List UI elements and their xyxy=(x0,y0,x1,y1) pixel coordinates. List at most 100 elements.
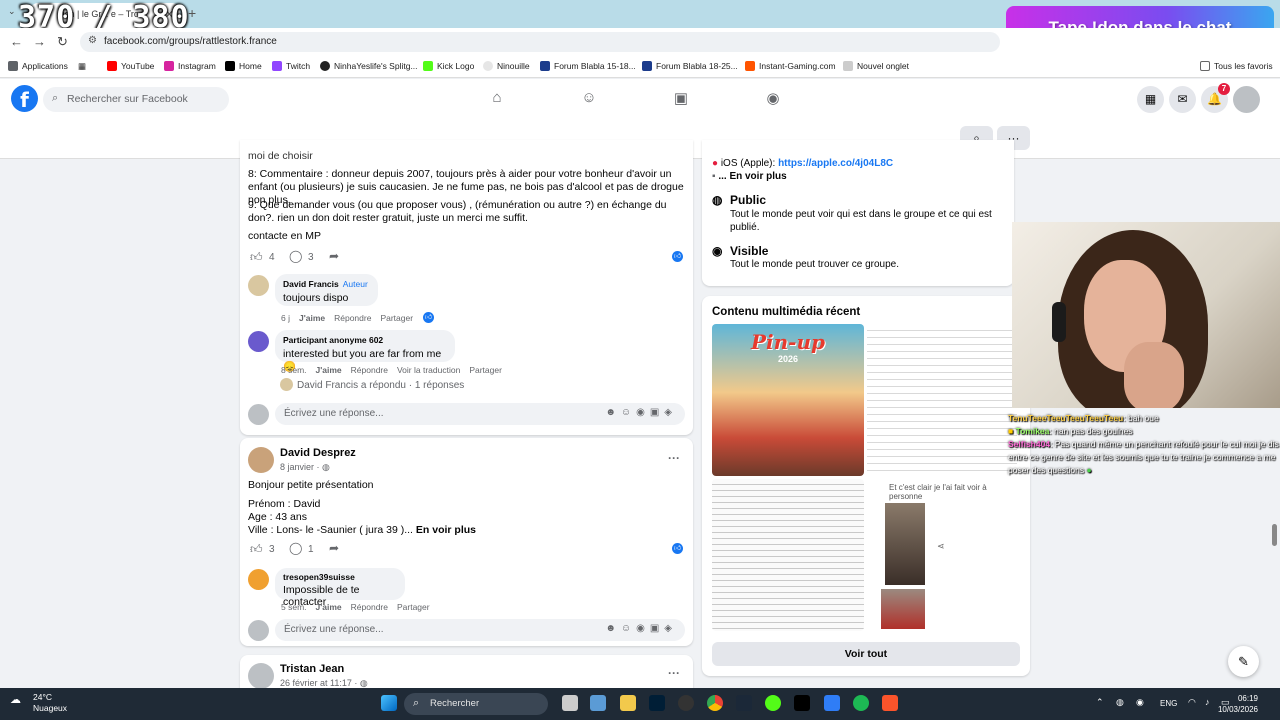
menu-grid-icon[interactable]: ▦ xyxy=(1137,86,1164,113)
media-thumbnail-poster[interactable]: Pin-up 2026 xyxy=(712,324,864,476)
bookmark-twitch[interactable]: Twitch xyxy=(272,61,310,71)
post-menu-icon[interactable]: ··· xyxy=(668,666,680,680)
comment-author[interactable]: Participant anonyme 602 xyxy=(283,335,383,345)
taskbar-search[interactable]: ⌕ Rechercher xyxy=(404,693,548,715)
tiktok-icon[interactable] xyxy=(794,695,810,711)
comment-like-button[interactable]: J'aime xyxy=(299,313,325,323)
reply-input[interactable]: Écrivez une réponse... ☻☺◉▣◈ xyxy=(275,619,685,641)
post-author[interactable]: David Desprez xyxy=(280,447,356,460)
all-bookmarks[interactable]: Tous les favoris xyxy=(1200,61,1273,71)
comment-like-button[interactable]: J'aime xyxy=(316,602,342,612)
chrome-icon[interactable] xyxy=(707,695,723,711)
bookmark-splitgate[interactable]: NinhaYeslife's Splitg... xyxy=(320,61,418,71)
comment-author[interactable]: tresopen39suisse xyxy=(283,572,397,582)
clock[interactable]: 06:19 10/03/2026 xyxy=(1218,693,1258,715)
facebook-logo[interactable]: f xyxy=(11,85,38,112)
widgets-icon[interactable] xyxy=(590,695,606,711)
comment-icon[interactable]: ◯ xyxy=(289,541,302,555)
messenger-icon[interactable]: ✉ xyxy=(1169,86,1196,113)
see-more-link[interactable]: ... En voir plus xyxy=(718,171,786,182)
language-indicator[interactable]: ENG xyxy=(1160,699,1177,708)
app-icon[interactable] xyxy=(824,695,840,711)
ios-link[interactable]: https://apple.co/4j04L8C xyxy=(778,158,893,169)
reply-input[interactable]: Écrivez une réponse... ☻☺◉▣◈ xyxy=(275,403,685,425)
back-icon[interactable]: ← xyxy=(10,34,23,49)
facebook-search-input[interactable]: ⌕ Rechercher sur Facebook xyxy=(43,87,229,112)
profile-avatar[interactable] xyxy=(1233,86,1260,113)
grid-icon[interactable]: ▦ xyxy=(78,61,86,72)
author-avatar[interactable] xyxy=(248,663,274,689)
new-message-icon[interactable]: ✎ xyxy=(1228,646,1259,677)
site-info-icon[interactable]: ⚙ xyxy=(88,35,97,46)
bookmark-instant-gaming[interactable]: Instant-Gaming.com xyxy=(745,61,836,71)
weather-widget[interactable]: ☁ 24°C Nuageux xyxy=(10,692,67,714)
comment-icon[interactable]: ◯ xyxy=(289,249,302,263)
anonymous-avatar[interactable] xyxy=(248,331,269,352)
comment-share-button[interactable]: Partager xyxy=(469,365,502,375)
bookmark-youtube[interactable]: YouTube xyxy=(107,61,154,71)
comment-time[interactable]: 5 sem. xyxy=(281,602,307,612)
comment-reply-button[interactable]: Répondre xyxy=(351,602,388,612)
avatar[interactable] xyxy=(248,569,269,590)
comment-time[interactable]: 8 sem. xyxy=(281,365,307,375)
media-thumbnail-photo[interactable]: Et c'est clair je l'ai fait voir à perso… xyxy=(867,479,1017,631)
post-date[interactable]: 8 janvier · ◍ xyxy=(280,461,330,474)
bookmark-kick[interactable]: Kick Logo xyxy=(423,61,474,71)
premiere-icon[interactable] xyxy=(649,695,665,711)
bookmark-forum-15-18[interactable]: Forum Blabla 15-18... xyxy=(540,61,636,71)
scrollbar-thumb[interactable] xyxy=(1272,524,1277,546)
post-author[interactable]: Tristan Jean xyxy=(280,663,344,676)
volume-icon[interactable]: ♪ xyxy=(1205,697,1210,707)
brave-icon[interactable] xyxy=(882,695,898,711)
avatar[interactable] xyxy=(248,275,269,296)
bookmark-home[interactable]: Home xyxy=(225,61,262,71)
share-icon[interactable]: ➦ xyxy=(329,249,339,263)
bookmark-applications[interactable]: Applications xyxy=(8,61,68,71)
comment-reply-button[interactable]: Répondre xyxy=(351,365,388,375)
tray-icon[interactable]: ◍ xyxy=(1116,697,1124,708)
comment-like-button[interactable]: J'aime xyxy=(316,365,342,375)
tab-list-icon[interactable]: ⌄ xyxy=(8,6,16,17)
reload-icon[interactable]: ↻ xyxy=(57,34,68,50)
post-line: Ville : Lons- le -Saunier ( jura 39 )...… xyxy=(248,524,476,536)
tray-icon[interactable]: ◉ xyxy=(1136,697,1144,708)
see-more-link[interactable]: En voir plus xyxy=(416,524,476,536)
windows-start-icon[interactable] xyxy=(381,695,397,711)
friends-icon[interactable]: ☺ xyxy=(579,89,599,109)
share-icon[interactable]: ➦ xyxy=(329,541,339,555)
comment-reply-button[interactable]: Répondre xyxy=(334,313,371,323)
kick-app-icon[interactable] xyxy=(765,695,781,711)
gaming-icon[interactable]: ◉ xyxy=(763,89,783,109)
forward-icon[interactable]: → xyxy=(33,34,46,49)
see-all-button[interactable]: Voir tout xyxy=(712,642,1020,666)
replies-link[interactable]: David Francis a répondu · 1 réponses xyxy=(297,379,464,392)
media-thumbnail-document[interactable] xyxy=(712,479,864,631)
weather-icon: ☁ xyxy=(10,694,21,706)
like-icon[interactable]: 👍︎ xyxy=(250,250,263,265)
comment-share-button[interactable]: Partager xyxy=(397,602,430,612)
bookmark-ninouille[interactable]: Ninouille xyxy=(483,61,530,71)
bookmark-forum-18-25[interactable]: Forum Blabla 18-25... xyxy=(642,61,738,71)
bookmark-instagram[interactable]: Instagram xyxy=(164,61,216,71)
post-menu-icon[interactable]: ··· xyxy=(668,451,680,465)
comment-author[interactable]: David Francis xyxy=(283,279,339,289)
reply-tools-icons[interactable]: ☻☺◉▣◈ xyxy=(605,407,677,418)
comment-share-button[interactable]: Partager xyxy=(380,313,413,323)
spotify-icon[interactable] xyxy=(853,695,869,711)
obs-icon[interactable] xyxy=(678,695,694,711)
home-icon[interactable]: ⌂ xyxy=(487,89,507,109)
steam-icon[interactable] xyxy=(736,695,752,711)
media-thumbnail-document[interactable] xyxy=(867,324,1017,476)
file-explorer-icon[interactable] xyxy=(620,695,636,711)
translate-button[interactable]: Voir la traduction xyxy=(397,365,460,375)
bookmark-new-tab[interactable]: Nouvel onglet xyxy=(843,61,909,71)
author-avatar[interactable] xyxy=(248,447,274,473)
comment-time[interactable]: 6 j xyxy=(281,313,290,323)
wifi-icon[interactable]: ◠ xyxy=(1188,697,1196,708)
like-icon[interactable]: 👍︎ xyxy=(250,542,263,557)
reply-tools-icons[interactable]: ☻☺◉▣◈ xyxy=(605,623,677,634)
marketplace-icon[interactable]: ▣ xyxy=(671,89,691,109)
task-view-icon[interactable] xyxy=(562,695,578,711)
chevron-up-icon[interactable]: ⌃ xyxy=(1096,697,1104,708)
url-field[interactable]: ⚙ facebook.com/groups/rattlestork.france xyxy=(80,32,1000,52)
